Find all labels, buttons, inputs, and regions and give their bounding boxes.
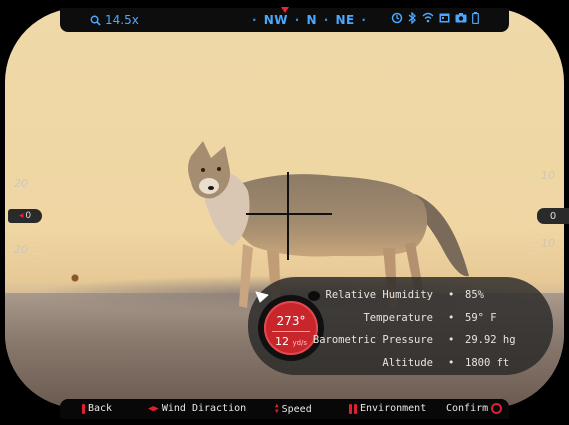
timer-icon [391, 12, 403, 24]
wind-direction-button[interactable]: ◀▶ Wind Diraction [148, 403, 246, 414]
back-label: Back [88, 403, 113, 414]
compass-ne: NE [335, 13, 355, 27]
env-label: Barometric Pressure [312, 334, 433, 346]
compass-nw: NW [263, 13, 289, 27]
calendar-icon [439, 13, 450, 23]
wind-direction-label: Wind Diraction [161, 403, 247, 414]
wind-speed: 12 yd/s [264, 335, 318, 348]
zoom-readout: 14.5x [90, 13, 139, 27]
left-scale-top: 20 [14, 177, 28, 190]
confirm-ring-icon [491, 403, 503, 414]
wind-flag-icon [255, 291, 269, 303]
zoom-value: 14.5x [105, 13, 139, 27]
env-value: 85% [465, 289, 484, 301]
env-value: 29.92 hg [465, 334, 516, 346]
status-icons [391, 12, 479, 24]
compass-n: N [306, 13, 318, 27]
env-label: Temperature [363, 311, 433, 324]
confirm-label: Confirm [446, 403, 489, 414]
bottom-control-bar: Back ◀▶ Wind Diraction ▲ ▼ Speed Environm… [60, 399, 509, 419]
wind-dial-face: 273° 12 yd/s [264, 301, 318, 355]
battery-icon [472, 12, 479, 24]
env-label: Relative Humidity [325, 289, 433, 301]
env-value: 1800 ft [465, 356, 510, 369]
environment-list: Relative Humidity • 85% Temperature • 59… [312, 289, 545, 379]
up-down-arrows-icon: ▲ ▼ [275, 402, 279, 415]
left-scale-bottom: 20 [14, 243, 28, 256]
zoom-icon [90, 15, 101, 26]
speed-label: Speed [281, 403, 312, 415]
left-level-value: 0 [25, 211, 32, 221]
wifi-icon [422, 12, 434, 23]
wind-dial-knob [308, 291, 320, 301]
environment-label: Environment [360, 403, 427, 414]
env-row-humidity: Relative Humidity • 85% [325, 289, 484, 301]
right-scale-top: 10 [541, 169, 555, 182]
camera-icon [455, 13, 467, 23]
confirm-button[interactable]: Confirm [446, 403, 503, 414]
back-key-icon [82, 403, 85, 414]
right-scale-bottom: 10 [541, 237, 555, 250]
pause-key-icon [349, 403, 357, 414]
wind-dial[interactable]: 273° 12 yd/s [258, 295, 324, 361]
left-level-indicator: ◂ 0 [8, 209, 42, 223]
right-level-value: 0 [549, 210, 557, 222]
bluetooth-icon [408, 12, 416, 24]
heading-marker [281, 7, 289, 13]
env-row-temperature: Temperature • 59° F [363, 311, 497, 324]
wind-speed-unit: yd/s [292, 339, 308, 347]
env-row-altitude: Altitude • 1800 ft [382, 356, 510, 369]
env-value: 59° F [465, 311, 497, 324]
speed-button[interactable]: ▲ ▼ Speed [275, 403, 312, 415]
reticle-horizontal [246, 213, 332, 215]
left-right-arrows-icon: ◀▶ [148, 403, 159, 414]
right-level-indicator: 0 [537, 208, 569, 224]
wind-direction-value: 273° [276, 314, 306, 328]
env-row-pressure: Barometric Pressure • 29.92 hg [312, 334, 516, 346]
env-label: Altitude [382, 356, 433, 369]
wind-speed-value: 12 [274, 335, 289, 348]
back-button[interactable]: Back [82, 403, 112, 414]
reticle-vertical [287, 172, 289, 260]
environment-button[interactable]: Environment [349, 403, 426, 414]
compass-heading: · NW · N · NE · [252, 13, 367, 27]
